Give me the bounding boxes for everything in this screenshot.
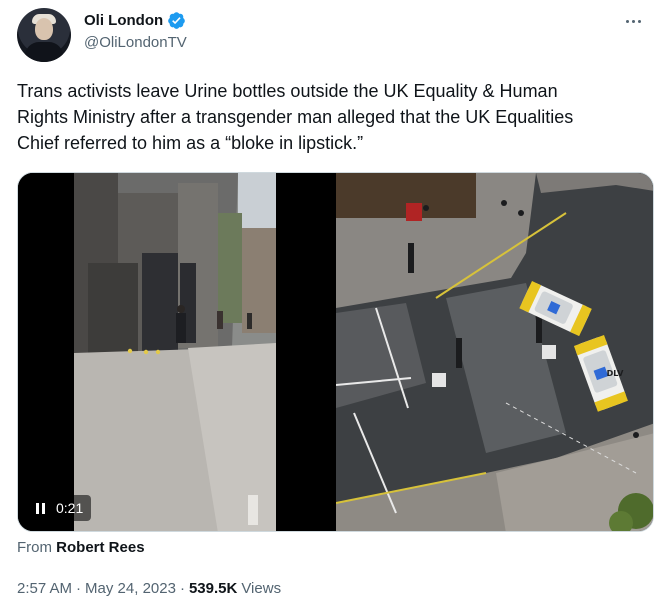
tweet-date-link[interactable]: May 24, 2023 (85, 580, 176, 597)
more-options-button[interactable] (622, 10, 644, 32)
media-attribution: From Robert Rees (17, 539, 145, 556)
tweet-text: Trans activists leave Urine bottles outs… (17, 78, 647, 156)
author-name-row: Oli London (84, 11, 186, 30)
dot-icon (625, 19, 629, 23)
video-playback-control[interactable]: 0:21 (28, 495, 92, 521)
separator: · (179, 580, 185, 597)
police-car-label: DLV (607, 369, 625, 378)
dot-icon (637, 19, 641, 23)
pause-icon[interactable] (36, 502, 48, 514)
attribution-source-link[interactable]: Robert Rees (56, 539, 144, 556)
video-panel-street[interactable]: 0:21 (18, 173, 334, 531)
from-label: From (17, 539, 52, 556)
tweet-text-line: Trans activists leave Urine bottles outs… (17, 81, 558, 101)
author-display-name[interactable]: Oli London (84, 12, 163, 29)
avatar-suit (25, 42, 63, 62)
views-count: 539.5K (188, 580, 238, 597)
views-label: Views (241, 580, 282, 597)
aerial-street-image: DLV (335, 173, 653, 531)
image-panel-aerial[interactable]: DLV (335, 173, 653, 531)
author-avatar[interactable] (17, 8, 71, 62)
tweet-time-link[interactable]: 2:57 AM (17, 580, 72, 597)
tweet-media[interactable]: 0:21 DLV (17, 172, 654, 532)
separator: · (76, 580, 82, 597)
tweet-text-line: Rights Ministry after a transgender man … (17, 107, 574, 127)
author-handle[interactable]: @OliLondonTV (84, 34, 187, 51)
video-duration: 0:21 (56, 500, 84, 516)
street-scene-image (18, 173, 334, 531)
verified-badge-icon[interactable] (167, 11, 186, 30)
tweet-meta: 2:57 AM · May 24, 2023 · 539.5K Views (17, 580, 281, 597)
dot-icon (631, 19, 635, 23)
avatar-face (35, 18, 53, 40)
tweet-text-line: Chief referred to him as a “bloke in lip… (17, 133, 364, 153)
